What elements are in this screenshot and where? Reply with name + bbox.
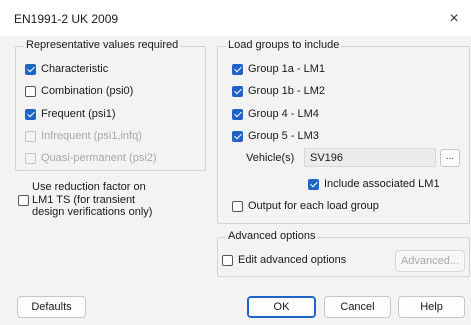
checkbox-checked-icon bbox=[308, 178, 319, 190]
checkbox-label: Quasi-permanent (psi2) bbox=[41, 152, 157, 164]
title-bar: EN1991-2 UK 2009 × bbox=[0, 0, 471, 36]
checkbox-unchecked-icon bbox=[232, 200, 243, 212]
checkbox-unchecked-icon bbox=[222, 254, 233, 266]
combination-checkbox[interactable]: Combination (psi0) bbox=[25, 85, 133, 97]
ok-button[interactable]: OK bbox=[247, 296, 316, 318]
quasi-permanent-checkbox[interactable]: Quasi-permanent (psi2) bbox=[25, 152, 157, 164]
checkbox-checked-icon bbox=[25, 63, 36, 75]
checkbox-label: Group 4 - LM4 bbox=[248, 108, 319, 120]
vehicle-label: Vehicle(s) bbox=[246, 152, 295, 164]
close-icon[interactable]: × bbox=[443, 8, 465, 30]
checkbox-checked-icon bbox=[232, 85, 243, 97]
advanced-button[interactable]: Advanced... bbox=[395, 250, 465, 272]
defaults-button[interactable]: Defaults bbox=[17, 296, 86, 318]
checkbox-unchecked-icon bbox=[18, 195, 29, 206]
reduction-factor-checkbox[interactable]: LM1 TS (for transient design verificatio… bbox=[18, 194, 152, 218]
checkbox-checked-icon bbox=[232, 108, 243, 120]
vehicle-field[interactable]: SV196 bbox=[304, 148, 436, 167]
checkbox-label: Combination (psi0) bbox=[41, 85, 134, 97]
cancel-button[interactable]: Cancel bbox=[324, 296, 391, 318]
checkbox-label: Group 5 - LM3 bbox=[248, 130, 319, 142]
reduction-label-line3: design verifications only) bbox=[32, 206, 153, 218]
representative-values-label: Representative values required bbox=[24, 39, 181, 51]
checkbox-label: Group 1b - LM2 bbox=[248, 85, 326, 97]
load-groups-label: Load groups to include bbox=[226, 39, 342, 51]
checkbox-label: Output for each load group bbox=[248, 200, 379, 212]
frequent-checkbox[interactable]: Frequent (psi1) bbox=[25, 108, 116, 120]
reduction-label-line2: LM1 TS (for transient bbox=[32, 194, 136, 206]
checkbox-unchecked-icon bbox=[25, 85, 36, 97]
checkbox-disabled-icon bbox=[25, 130, 36, 142]
advanced-options-label: Advanced options bbox=[226, 230, 318, 242]
characteristic-checkbox[interactable]: Characteristic bbox=[25, 63, 108, 75]
infrequent-checkbox[interactable]: Infrequent (psi1,infq) bbox=[25, 130, 142, 142]
reduction-factor-label: Use reduction factor on bbox=[32, 181, 146, 193]
checkbox-label: Edit advanced options bbox=[238, 254, 347, 266]
checkbox-label: Include associated LM1 bbox=[324, 178, 440, 190]
help-button[interactable]: Help bbox=[398, 296, 465, 318]
checkbox-label: Infrequent (psi1,infq) bbox=[41, 130, 142, 142]
checkbox-checked-icon bbox=[232, 130, 243, 142]
checkbox-checked-icon bbox=[232, 63, 243, 75]
reduction-label-line1: Use reduction factor on bbox=[32, 181, 146, 193]
vehicle-browse-button[interactable]: ... bbox=[440, 149, 460, 167]
checkbox-checked-icon bbox=[25, 108, 36, 120]
group-5-checkbox[interactable]: Group 5 - LM3 bbox=[232, 130, 319, 142]
output-each-checkbox[interactable]: Output for each load group bbox=[232, 200, 379, 212]
group-1b-checkbox[interactable]: Group 1b - LM2 bbox=[232, 85, 325, 97]
dialog-window: EN1991-2 UK 2009 × Representative values… bbox=[0, 0, 471, 325]
checkbox-label: Frequent (psi1) bbox=[41, 108, 116, 120]
checkbox-label: Characteristic bbox=[41, 63, 109, 75]
checkbox-disabled-icon bbox=[25, 152, 36, 164]
edit-advanced-checkbox[interactable]: Edit advanced options bbox=[222, 254, 346, 266]
include-lm1-checkbox[interactable]: Include associated LM1 bbox=[308, 178, 440, 190]
group-1a-checkbox[interactable]: Group 1a - LM1 bbox=[232, 63, 325, 75]
group-4-checkbox[interactable]: Group 4 - LM4 bbox=[232, 108, 319, 120]
window-title: EN1991-2 UK 2009 bbox=[14, 12, 119, 26]
checkbox-label: Group 1a - LM1 bbox=[248, 63, 326, 75]
